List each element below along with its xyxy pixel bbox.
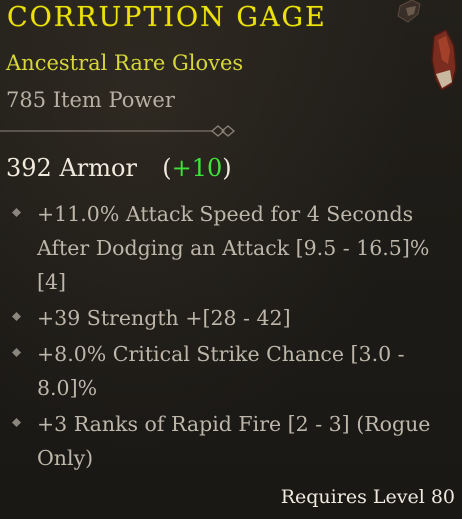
- item-name: CORRUPTION GAGE: [7, 2, 327, 33]
- affix-strength: +39 Strength +[28 - 42]: [0, 301, 462, 335]
- affix-text: +8.0% Critical Strike Chance [3.0 - 8.0]…: [37, 342, 405, 400]
- armor-stat: 392 Armor (+10): [6, 154, 232, 182]
- diamond-bullet-icon: [12, 418, 21, 427]
- affix-text: +39 Strength +[28 - 42]: [37, 306, 291, 330]
- affix-critical-strike: +8.0% Critical Strike Chance [3.0 - 8.0]…: [0, 337, 462, 405]
- diamond-bullet-icon: [12, 312, 21, 321]
- affix-text: +11.0% Attack Speed for 4 Seconds After …: [37, 202, 430, 294]
- affix-text: +3 Ranks of Rapid Fire [2 - 3] (Rogue On…: [37, 412, 431, 470]
- level-requirement: Requires Level 80: [280, 486, 455, 508]
- armor-bonus-close: ): [222, 154, 232, 182]
- diamond-bullet-icon: [12, 348, 21, 357]
- glove-icon: [397, 0, 457, 92]
- ornate-divider-icon: [0, 125, 236, 137]
- armor-bonus: +10: [171, 154, 223, 182]
- affix-list: +11.0% Attack Speed for 4 Seconds After …: [0, 197, 462, 477]
- affix-rapid-fire: +3 Ranks of Rapid Fire [2 - 3] (Rogue On…: [0, 407, 462, 475]
- affix-attack-speed: +11.0% Attack Speed for 4 Seconds After …: [0, 197, 462, 299]
- diamond-bullet-icon: [12, 208, 21, 217]
- armor-value: 392 Armor: [6, 154, 137, 182]
- armor-bonus-open: (: [162, 154, 172, 182]
- item-tooltip: CORRUPTION GAGE Ancestral Rare Gloves 78…: [0, 0, 462, 519]
- item-type: Ancestral Rare Gloves: [6, 51, 244, 75]
- item-power: 785 Item Power: [6, 88, 175, 112]
